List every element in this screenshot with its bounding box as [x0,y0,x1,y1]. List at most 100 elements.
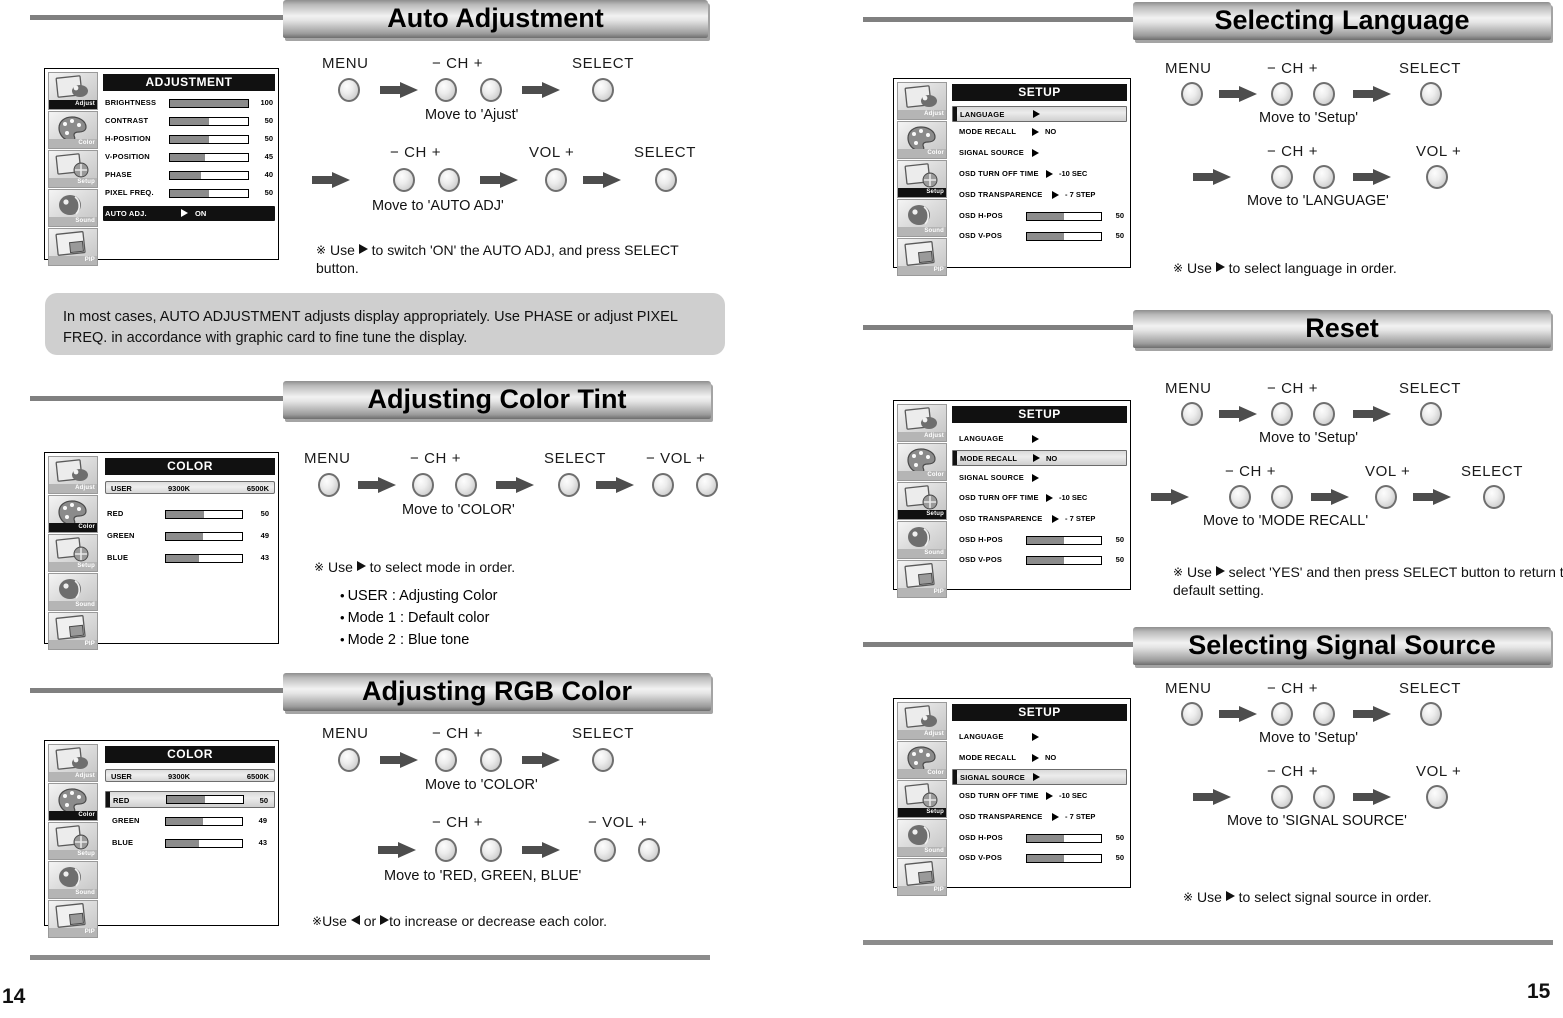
row-bar[interactable] [169,99,249,108]
osd-row-red[interactable]: RED 50 [105,791,275,808]
osd-row-contrast[interactable]: CONTRAST 50 [103,113,275,131]
sidebar-item-pip[interactable]: PIP [897,238,947,276]
vol-plus-button[interactable] [638,838,660,862]
ch-plus-button[interactable] [480,748,502,772]
menu-button[interactable] [318,473,340,497]
sidebar-item-adjust[interactable]: Adjust [897,404,947,442]
ch-plus-button[interactable] [1313,82,1335,106]
preset-9300k[interactable]: 9300K [168,772,190,781]
ch-minus-button[interactable] [412,473,434,497]
osd-row-osd-transparence[interactable]: OSD TRANSPARENCE - 7 STEP [952,185,1127,206]
vol-minus-button[interactable] [594,838,616,862]
ch-minus-button[interactable] [1271,165,1293,189]
menu-button[interactable] [1181,402,1203,426]
osd-row-osd-turn-off-time[interactable]: OSD TURN OFF TIME -10 SEC [952,785,1127,806]
sidebar-item-adjust[interactable]: Adjust [48,456,98,494]
preset-user[interactable]: USER [111,484,132,493]
sidebar-item-color[interactable]: Color [48,783,98,821]
osd-row-osd-v-pos[interactable]: OSD V-POS 50 [952,226,1127,246]
sidebar-item-setup[interactable]: Setup [897,160,947,198]
select-button[interactable] [592,78,614,102]
sidebar-item-setup[interactable]: Setup [897,780,947,818]
osd-row-green[interactable]: GREEN 49 [105,528,275,550]
menu-button[interactable] [338,78,360,102]
sidebar-item-color[interactable]: Color [897,443,947,481]
preset-9300k[interactable]: 9300K [168,484,190,493]
vol-minus-button[interactable] [652,473,674,497]
osd-row-mode-recall[interactable]: MODE RECALL NO [952,122,1127,143]
osd-row-blue[interactable]: BLUE 43 [105,835,275,857]
osd-row-blue[interactable]: BLUE 43 [105,550,275,572]
osd-row-v-position[interactable]: V-POSITION 45 [103,149,275,167]
osd-row-brightness[interactable]: BRIGHTNESS 100 [103,95,275,113]
preset-6500k[interactable]: 6500K [247,772,269,781]
osd-row-osd-transparence[interactable]: OSD TRANSPARENCE - 7 STEP [952,508,1127,529]
sidebar-item-adjust[interactable]: Adjust [897,702,947,740]
select-button[interactable] [558,473,580,497]
osd-row-osd-v-pos[interactable]: OSD V-POS 50 [952,847,1127,867]
sidebar-item-color[interactable]: Color [897,121,947,159]
ch-minus-button[interactable] [435,78,457,102]
preset-6500k[interactable]: 6500K [247,484,269,493]
ch-plus-button[interactable] [438,168,460,192]
ch-plus-button[interactable] [480,838,502,862]
row-bar[interactable] [165,839,243,848]
osd-row-auto-adj[interactable]: AUTO ADJ. ON [103,206,275,221]
sidebar-item-color[interactable]: Color [897,741,947,779]
sidebar-item-adjust[interactable]: Adjust [48,744,98,782]
row-bar[interactable] [1026,212,1102,221]
sidebar-item-pip[interactable]: PIP [897,560,947,598]
osd-row-osd-h-pos[interactable]: OSD H-POS 50 [952,529,1127,549]
sidebar-item-setup[interactable]: Setup [48,150,98,188]
row-bar[interactable] [165,510,243,519]
osd-row-osd-v-pos[interactable]: OSD V-POS 50 [952,549,1127,569]
ch-plus-button[interactable] [1313,402,1335,426]
menu-button[interactable] [1181,702,1203,726]
row-bar[interactable] [1026,854,1102,863]
sidebar-item-sound[interactable]: Sound [48,861,98,899]
sidebar-item-sound[interactable]: Sound [48,189,98,227]
row-bar[interactable] [169,153,249,162]
ch-minus-button[interactable] [1271,785,1293,809]
sidebar-item-setup[interactable]: Setup [48,534,98,572]
osd-row-signal-source[interactable]: SIGNAL SOURCE [952,769,1127,785]
ch-minus-button[interactable] [1271,702,1293,726]
menu-button[interactable] [1181,82,1203,106]
osd-row-language[interactable]: LANGUAGE [952,429,1127,450]
ch-minus-button[interactable] [435,838,457,862]
osd-preset-row[interactable]: USER 9300K 6500K [105,769,275,782]
row-bar[interactable] [1026,232,1102,241]
select-button[interactable] [1420,402,1442,426]
sidebar-item-color[interactable]: Color [48,495,98,533]
row-bar[interactable] [1026,834,1102,843]
osd-row-mode-recall[interactable]: MODE RECALL NO [952,450,1127,466]
sidebar-item-pip[interactable]: PIP [48,900,98,938]
osd-row-h-position[interactable]: H-POSITION 50 [103,131,275,149]
sidebar-item-pip[interactable]: PIP [48,228,98,266]
select-button[interactable] [592,748,614,772]
row-bar[interactable] [1026,536,1102,545]
sidebar-item-sound[interactable]: Sound [48,573,98,611]
sidebar-item-adjust[interactable]: Adjust [48,72,98,110]
sidebar-item-pip[interactable]: PIP [48,612,98,650]
ch-minus-button[interactable] [435,748,457,772]
row-bar[interactable] [166,795,244,804]
sidebar-item-adjust[interactable]: Adjust [897,82,947,120]
select-button[interactable] [655,168,677,192]
sidebar-item-setup[interactable]: Setup [897,482,947,520]
osd-row-osd-h-pos[interactable]: OSD H-POS 50 [952,206,1127,226]
row-bar[interactable] [165,817,243,826]
sidebar-item-pip[interactable]: PIP [897,858,947,896]
osd-row-phase[interactable]: PHASE 40 [103,167,275,185]
ch-plus-button[interactable] [455,473,477,497]
ch-minus-button[interactable] [1271,82,1293,106]
sidebar-item-setup[interactable]: Setup [48,822,98,860]
osd-row-signal-source[interactable]: SIGNAL SOURCE [952,466,1127,487]
osd-row-mode-recall[interactable]: MODE RECALL NO [952,748,1127,769]
vol-plus-button[interactable] [696,473,718,497]
osd-row-osd-transparence[interactable]: OSD TRANSPARENCE - 7 STEP [952,806,1127,827]
osd-row-language[interactable]: LANGUAGE [952,727,1127,748]
row-bar[interactable] [169,135,249,144]
ch-plus-button[interactable] [480,78,502,102]
osd-row-red[interactable]: RED 50 [105,506,275,528]
